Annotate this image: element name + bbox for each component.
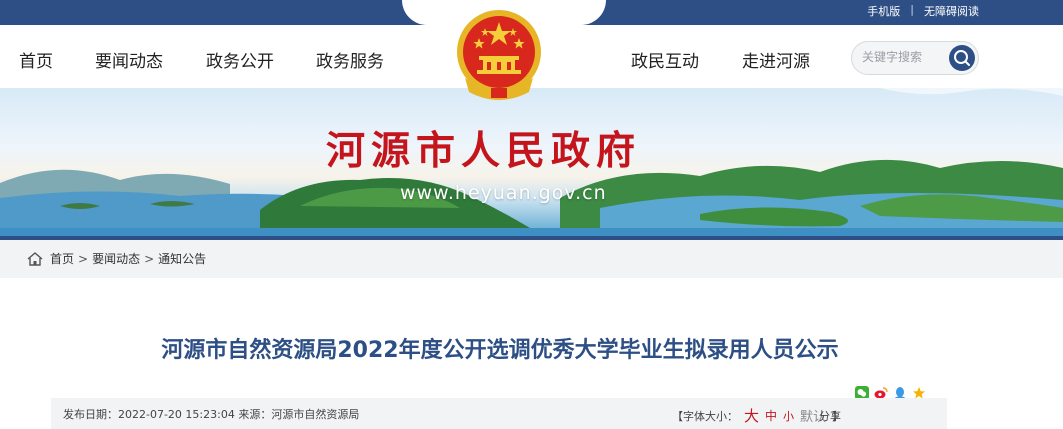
search-box [851, 41, 979, 75]
breadcrumb: 首页 > 要闻动态 > 通知公告 [0, 240, 1063, 278]
font-medium-button[interactable]: 中 [765, 407, 777, 424]
banner-title: 河源市人民政府 [326, 128, 642, 174]
breadcrumb-notices[interactable]: 通知公告 [158, 250, 206, 267]
article-title: 河源市自然资源局2022年度公开选调优秀大学毕业生拟录用人员公示 [161, 338, 839, 363]
nav-item-about-heyuan[interactable]: 走进河源 [742, 47, 810, 72]
search-icon [954, 50, 970, 66]
national-emblem-icon [457, 10, 541, 100]
breadcrumb-separator: > [78, 251, 89, 266]
font-size-controls: 【字体大小： 大 中 小 默认 】 [672, 405, 843, 426]
top-links: 手机版 | 无障碍阅读 [867, 3, 979, 19]
banner: 河源市人民政府 www.heyuan.gov.cn [0, 88, 1063, 236]
font-size-label: 【字体大小： [671, 409, 738, 423]
share-label[interactable]: 分享 [819, 408, 841, 424]
article-meta-bar: 发布日期：2022-07-20 15:23:04 来源：河源市自然资源局 【字体… [51, 398, 947, 429]
font-large-button[interactable]: 大 [744, 405, 759, 426]
nav-item-open-government[interactable]: 政务公开 [206, 47, 274, 72]
nav-item-interaction[interactable]: 政民互动 [631, 47, 699, 72]
qzone-icon[interactable] [912, 385, 926, 399]
search-input[interactable] [862, 50, 946, 64]
search-button[interactable] [949, 45, 975, 71]
nav-item-home[interactable]: 首页 [19, 47, 53, 72]
font-small-button[interactable]: 小 [783, 408, 794, 424]
breadcrumb-news[interactable]: 要闻动态 [92, 250, 140, 267]
breadcrumb-home[interactable]: 首页 [50, 250, 74, 267]
accessible-reading-link[interactable]: 无障碍阅读 [924, 3, 979, 19]
weibo-icon[interactable] [874, 385, 888, 399]
share-icons [855, 385, 926, 400]
qq-icon[interactable] [893, 385, 907, 400]
top-links-separator: | [910, 3, 914, 16]
banner-url: www.heyuan.gov.cn [400, 182, 607, 204]
wechat-icon[interactable] [855, 385, 869, 400]
mobile-version-link[interactable]: 手机版 [867, 3, 900, 19]
breadcrumb-separator: > [144, 251, 155, 266]
nav-item-news[interactable]: 要闻动态 [95, 47, 163, 72]
publish-info: 发布日期：2022-07-20 15:23:04 来源：河源市自然资源局 [63, 408, 360, 421]
home-icon[interactable] [26, 251, 44, 267]
nav-item-services[interactable]: 政务服务 [316, 47, 384, 72]
